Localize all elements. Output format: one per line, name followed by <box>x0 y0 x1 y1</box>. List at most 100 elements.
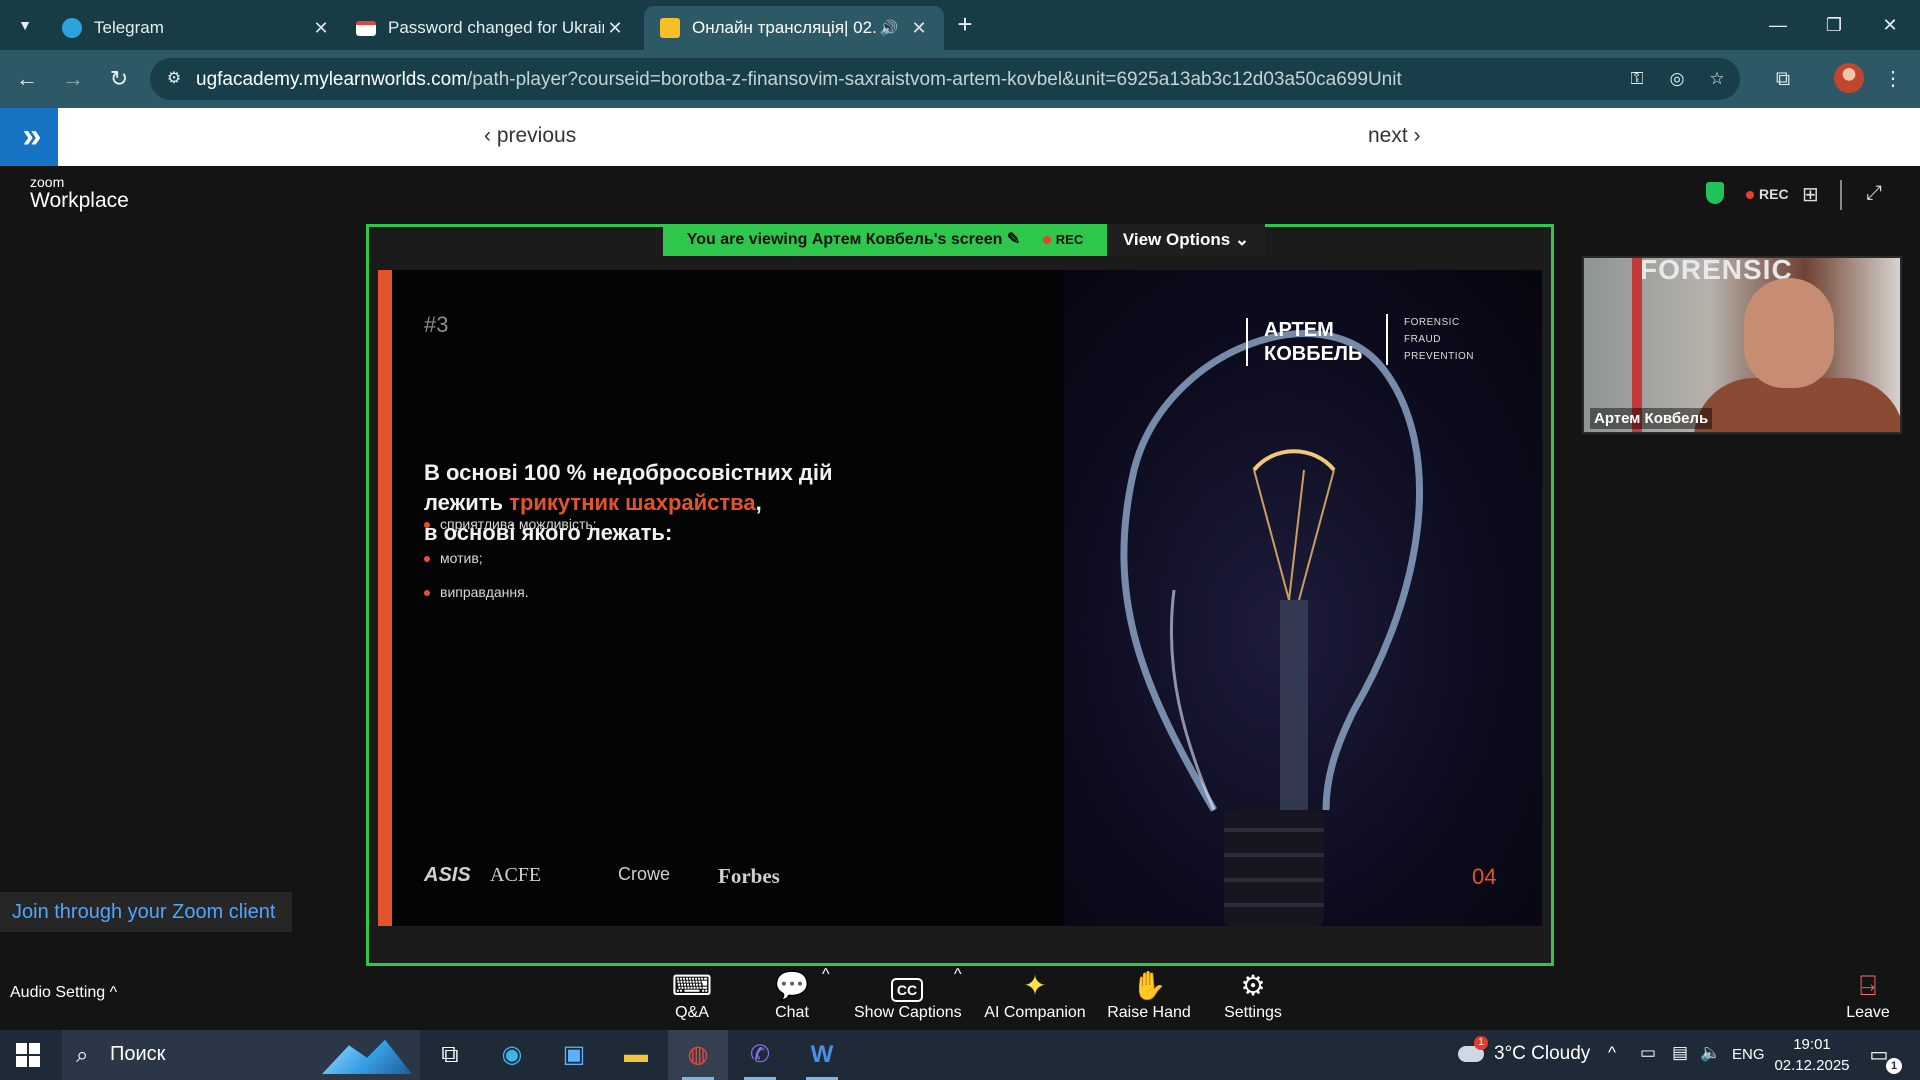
viber-icon[interactable]: ✆ <box>730 1030 790 1080</box>
file-explorer-icon[interactable]: ▬ <box>606 1030 666 1080</box>
leave-door-icon: ⍈ <box>1859 970 1877 1001</box>
reload-icon[interactable]: ↻ <box>104 64 134 94</box>
url-text[interactable]: ugfacademy.mylearnworlds.com/path-player… <box>196 69 1402 91</box>
recording-indicator[interactable]: REC <box>1746 186 1789 202</box>
audio-setting-button[interactable]: Audio Setting ^ <box>10 984 117 1002</box>
search-icon: ⌕ <box>76 1042 89 1067</box>
site-info-icon[interactable]: ⚙ <box>162 67 186 91</box>
cloud-icon: 1 <box>1458 1035 1488 1062</box>
task-view-icon[interactable]: ⧉ <box>420 1030 480 1080</box>
chrome-icon[interactable]: ◍ <box>668 1030 728 1080</box>
tab-livestream[interactable]: Онлайн трансляція| 02.12.2 🔊 ✕ <box>644 6 944 50</box>
sheet-icon <box>660 18 680 38</box>
zoom-logo-small: zoom <box>30 174 65 190</box>
qa-icon: ⌨ <box>671 970 713 1001</box>
view-options-button[interactable]: View Options ⌄ <box>1107 224 1265 256</box>
view-options-label: View Options <box>1122 230 1231 249</box>
author-first: АРТЕМ <box>1264 319 1334 341</box>
raise-hand-label: Raise Hand <box>1107 1004 1191 1021</box>
address-bar[interactable]: ⚙ ugfacademy.mylearnworlds.com/path-play… <box>150 58 1740 100</box>
meet-now-icon[interactable]: ▭ <box>1640 1043 1656 1063</box>
join-zoom-client-link[interactable]: Join through your Zoom client <box>0 892 292 932</box>
taskbar-search-box[interactable]: ⌕ Поиск <box>62 1030 420 1080</box>
edge-icon[interactable]: ◉ <box>482 1030 542 1080</box>
key-icon[interactable]: ⚿ <box>1624 67 1650 91</box>
qa-button[interactable]: ⌨ Q&A <box>664 966 720 1030</box>
encryption-shield-icon[interactable] <box>1706 182 1724 204</box>
tab-title: Telegram <box>94 18 164 37</box>
chat-chevron-up-icon[interactable]: ^ <box>822 966 830 984</box>
tab-gmail[interactable]: Password changed for Ukraine C ✕ <box>340 6 640 50</box>
heading-line: В основі 100 % недобросовістних дій <box>424 460 833 485</box>
taskbar-clock[interactable]: 19:01 02.12.2025 <box>1766 1034 1858 1076</box>
bookmark-star-icon[interactable]: ☆ <box>1704 67 1730 91</box>
store-icon[interactable]: ▣ <box>544 1030 604 1080</box>
zoom-header: zoom Workplace REC ⊞ ⤢ <box>0 166 1920 224</box>
light-bulb-drawing <box>1120 330 1424 926</box>
leave-button[interactable]: ⍈ Leave <box>1840 966 1896 1030</box>
windows-taskbar: ⌕ Поиск ⧉ ◉ ▣ ▬ ◍ ✆ W 1 3°C Cloudy ^ ▭ ▤ … <box>0 1030 1920 1080</box>
slide-heading: В основі 100 % недобросовістних дій лежи… <box>424 458 984 548</box>
previous-link[interactable]: ‹ previous <box>484 124 576 148</box>
tab-title: Password changed for Ukraine C <box>388 18 604 37</box>
word-icon[interactable]: W <box>792 1030 852 1080</box>
back-arrow-icon[interactable]: ← <box>12 64 42 94</box>
rec-label: REC <box>1055 232 1084 247</box>
extensions-icon[interactable]: ⧉ <box>1768 64 1798 94</box>
volume-icon[interactable]: 🔈 <box>1700 1043 1721 1063</box>
mic-muted-icon: ✎ <box>1006 231 1021 248</box>
weather-text: 3°C Cloudy <box>1494 1043 1591 1064</box>
windows-start-icon[interactable] <box>16 1043 40 1067</box>
screen-share-banner: You are viewing Артем Ковбель's screen ✎… <box>663 224 1107 256</box>
tab-telegram[interactable]: Telegram ✕ <box>46 6 346 50</box>
crowe-logo: Crowe <box>618 864 671 884</box>
participant-name: Артем Ковбель <box>1590 408 1713 429</box>
show-captions-button[interactable]: CC Show Captions <box>854 966 962 1030</box>
weather-badge: 1 <box>1474 1035 1488 1050</box>
close-icon[interactable]: ✕ <box>310 18 332 39</box>
language-indicator[interactable]: ENG <box>1732 1046 1765 1063</box>
slide-bullet: виправдання. <box>424 584 529 600</box>
leave-label: Leave <box>1846 1004 1890 1021</box>
raise-hand-button[interactable]: ✋ Raise Hand <box>1106 966 1192 1030</box>
zoom-logo-big: Workplace <box>30 189 129 212</box>
tab-search-chevron-icon[interactable]: ▼ <box>10 11 40 39</box>
restore-icon[interactable]: ❐ <box>1806 8 1862 42</box>
clock-time: 19:01 <box>1793 1036 1831 1053</box>
forward-arrow-icon[interactable]: → <box>58 64 88 94</box>
close-icon[interactable]: ✕ <box>604 18 626 39</box>
asis-logo: ASIS <box>424 864 471 886</box>
ai-companion-button[interactable]: ✦ AI Companion <box>984 966 1086 1030</box>
window-close-icon[interactable]: ✕ <box>1862 8 1918 42</box>
telegram-icon <box>62 18 82 38</box>
speaker-icon[interactable]: 🔊 <box>878 19 900 37</box>
notifications-icon[interactable]: ▭ 1 <box>1864 1042 1902 1074</box>
settings-label: Settings <box>1224 1004 1282 1021</box>
new-tab-plus-icon[interactable]: + <box>950 10 980 40</box>
chat-button[interactable]: 💬 Chat <box>762 966 822 1030</box>
profile-avatar[interactable] <box>1834 63 1864 93</box>
tagline-line: FRAUD <box>1404 334 1441 345</box>
tagline-line: FORENSIC <box>1404 317 1460 328</box>
zoom-meeting-area: You are viewing Артем Ковбель's screen ✎… <box>0 224 1920 966</box>
minimize-icon[interactable]: — <box>1750 8 1806 42</box>
rec-dot-icon <box>1746 191 1754 200</box>
url-host: ugfacademy.mylearnworlds.com <box>196 69 468 90</box>
fullscreen-icon[interactable]: ⤢ <box>1866 182 1882 205</box>
presentation-slide: #3 В основі 100 % недобросовістних дій л… <box>378 270 1542 926</box>
url-path: /path-player?courseid=borotba-z-finansov… <box>467 69 1402 90</box>
captions-chevron-up-icon[interactable]: ^ <box>954 966 962 984</box>
chat-label: Chat <box>775 1004 809 1021</box>
gallery-view-icon[interactable]: ⊞ <box>1802 182 1819 207</box>
kebab-menu-icon[interactable]: ⋮ <box>1878 64 1908 94</box>
close-icon[interactable]: ✕ <box>908 18 930 39</box>
slide-page-number: 04 <box>1472 864 1497 889</box>
network-icon[interactable]: ▤ <box>1672 1043 1688 1063</box>
sidebar-expand-icon[interactable]: » <box>0 108 58 166</box>
settings-button[interactable]: ⚙ Settings <box>1218 966 1288 1030</box>
weather-widget[interactable]: 1 3°C Cloudy <box>1458 1035 1591 1065</box>
participant-video-tile[interactable]: FORENSIC Артем Ковбель <box>1582 256 1902 434</box>
show-hidden-icons-chevron-icon[interactable]: ^ <box>1608 1043 1616 1063</box>
next-link[interactable]: next › <box>1368 124 1421 148</box>
eye-off-icon[interactable]: ◎ <box>1664 67 1690 91</box>
